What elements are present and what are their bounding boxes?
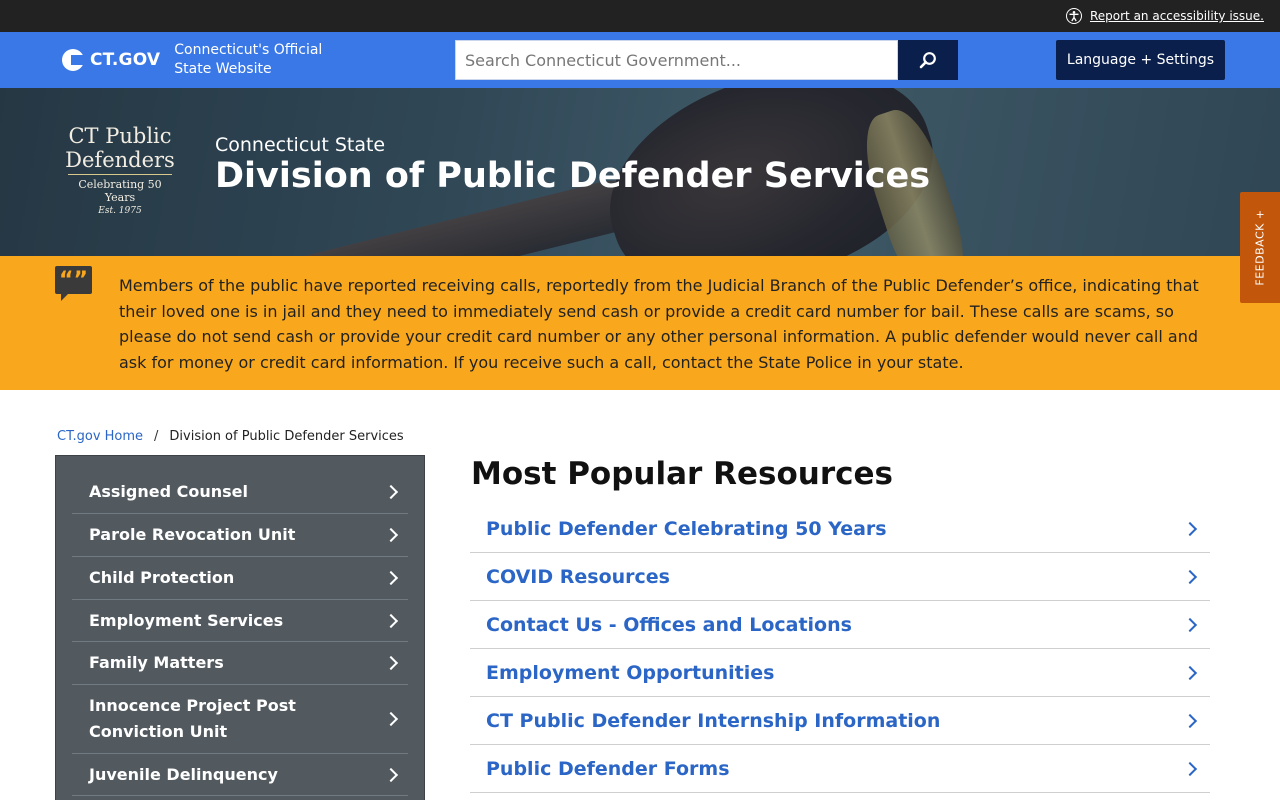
logo-rule [68, 174, 172, 175]
alert-text: Members of the public have reported rece… [119, 276, 1199, 373]
feedback-tab[interactable]: FEEDBACK + [1240, 192, 1280, 303]
resource-link[interactable]: Employment Opportunities [470, 649, 1210, 697]
ct-logo-mark-icon [62, 49, 84, 71]
chevron-right-icon [1182, 665, 1198, 680]
section-title: Most Popular Resources [471, 456, 893, 492]
resource-link-label: Public Defender Celebrating 50 Years [486, 517, 887, 540]
resource-link[interactable]: Contact Us - Offices and Locations [470, 601, 1210, 649]
utility-bar: Report an accessibility issue. [0, 0, 1280, 32]
logo-line4: Est. 1975 [98, 206, 142, 216]
ct-logo-text: CT.GOV [90, 50, 161, 70]
search-icon [919, 52, 936, 69]
logo-line3: Celebrating 50 Years [78, 178, 162, 204]
language-settings-button[interactable]: Language + Settings [1056, 40, 1225, 80]
brand: CT.GOV Connecticut's Official State Webs… [62, 41, 455, 79]
chevron-right-icon [1182, 569, 1198, 584]
sidebar-item-family-matters[interactable]: Family Matters [72, 642, 408, 685]
tagline-line1: Connecticut's Official [174, 42, 323, 58]
quote-bubble-icon: “” [55, 266, 92, 303]
sidebar-item-label: Employment Services [89, 610, 284, 630]
sidebar-item-label: Assigned Counsel [89, 482, 249, 501]
sidebar-item-label: Child Protection [89, 568, 235, 587]
resource-link-label: Public Defender Forms [486, 757, 730, 780]
accessibility-report-link[interactable]: Report an accessibility issue. [1065, 8, 1264, 24]
tagline-line2: State Website [174, 61, 272, 77]
logo-line2: Defenders [65, 148, 175, 172]
ct-public-defenders-logo[interactable]: CT Public Defenders Celebrating 50 Years… [64, 124, 176, 216]
logo-line1: CT Public [68, 124, 172, 148]
chevron-right-icon [1182, 761, 1198, 776]
sidebar-item-parole-revocation-unit[interactable]: Parole Revocation Unit [72, 514, 408, 557]
chevron-right-icon [383, 613, 399, 628]
resource-link[interactable]: Public Defender Celebrating 50 Years [470, 505, 1210, 553]
resource-link[interactable]: Public Defender Forms [470, 745, 1210, 793]
resource-link[interactable]: CT Public Defender Internship Informatio… [470, 697, 1210, 745]
breadcrumb-separator: / [154, 429, 159, 444]
sidebar-item-assigned-counsel[interactable]: Assigned Counsel [72, 471, 408, 514]
popular-resources-list: Public Defender Celebrating 50 Years COV… [470, 505, 1210, 793]
resource-link[interactable]: COVID Resources [470, 553, 1210, 601]
search-button[interactable] [898, 40, 958, 80]
hero-kicker: Connecticut State [215, 134, 386, 156]
sidebar-item-child-protection[interactable]: Child Protection [72, 557, 408, 600]
feedback-label: FEEDBACK + [1253, 209, 1267, 286]
chevron-right-icon [383, 767, 399, 782]
accessibility-icon [1065, 8, 1082, 24]
chevron-right-icon [383, 711, 399, 727]
sidebar-item-innocence-project[interactable]: Innocence Project Post Conviction Unit [72, 685, 408, 754]
accessibility-link-label: Report an accessibility issue. [1089, 9, 1264, 23]
resource-link-label: CT Public Defender Internship Informatio… [486, 709, 941, 732]
sidebar-nav: Assigned Counsel Parole Revocation Unit … [55, 455, 425, 800]
hero-banner: CT Public Defenders Celebrating 50 Years… [0, 88, 1280, 256]
chevron-right-icon [1182, 713, 1198, 728]
resource-link-label: COVID Resources [486, 565, 670, 588]
resource-link-label: Employment Opportunities [486, 661, 775, 684]
breadcrumb: CT.gov Home / Division of Public Defende… [57, 429, 404, 444]
chevron-right-icon [383, 570, 399, 586]
sidebar-item-label: Juvenile Delinquency [89, 764, 278, 784]
chevron-right-icon [383, 527, 399, 543]
breadcrumb-home-link[interactable]: CT.gov Home [57, 429, 143, 444]
chevron-right-icon [1182, 617, 1198, 632]
site-header: CT.GOV Connecticut's Official State Webs… [0, 32, 1280, 88]
breadcrumb-current: Division of Public Defender Services [169, 429, 404, 444]
sidebar-item-label: Innocence Project Post Conviction Unit [89, 696, 296, 741]
sidebar-item-label: Family Matters [89, 653, 224, 672]
page-title: Division of Public Defender Services [215, 156, 931, 196]
search-form [455, 40, 958, 80]
chevron-right-icon [383, 655, 399, 671]
resource-link-label: Contact Us - Offices and Locations [486, 613, 852, 636]
scam-alert-banner: “” Members of the public have reported r… [0, 256, 1280, 390]
chevron-right-icon [383, 484, 399, 500]
sidebar-item-juvenile-delinquency[interactable]: Juvenile Delinquency [72, 754, 408, 796]
site-tagline: Connecticut's Official State Website [174, 41, 322, 79]
search-input[interactable] [455, 40, 898, 80]
ct-gov-logo[interactable]: CT.GOV [62, 49, 160, 71]
sidebar-item-employment-services[interactable]: Employment Services [72, 600, 408, 642]
hero-text: Connecticut State Division of Public Def… [215, 134, 930, 196]
chevron-right-icon [1182, 521, 1198, 536]
sidebar-item-label: Parole Revocation Unit [89, 525, 296, 544]
